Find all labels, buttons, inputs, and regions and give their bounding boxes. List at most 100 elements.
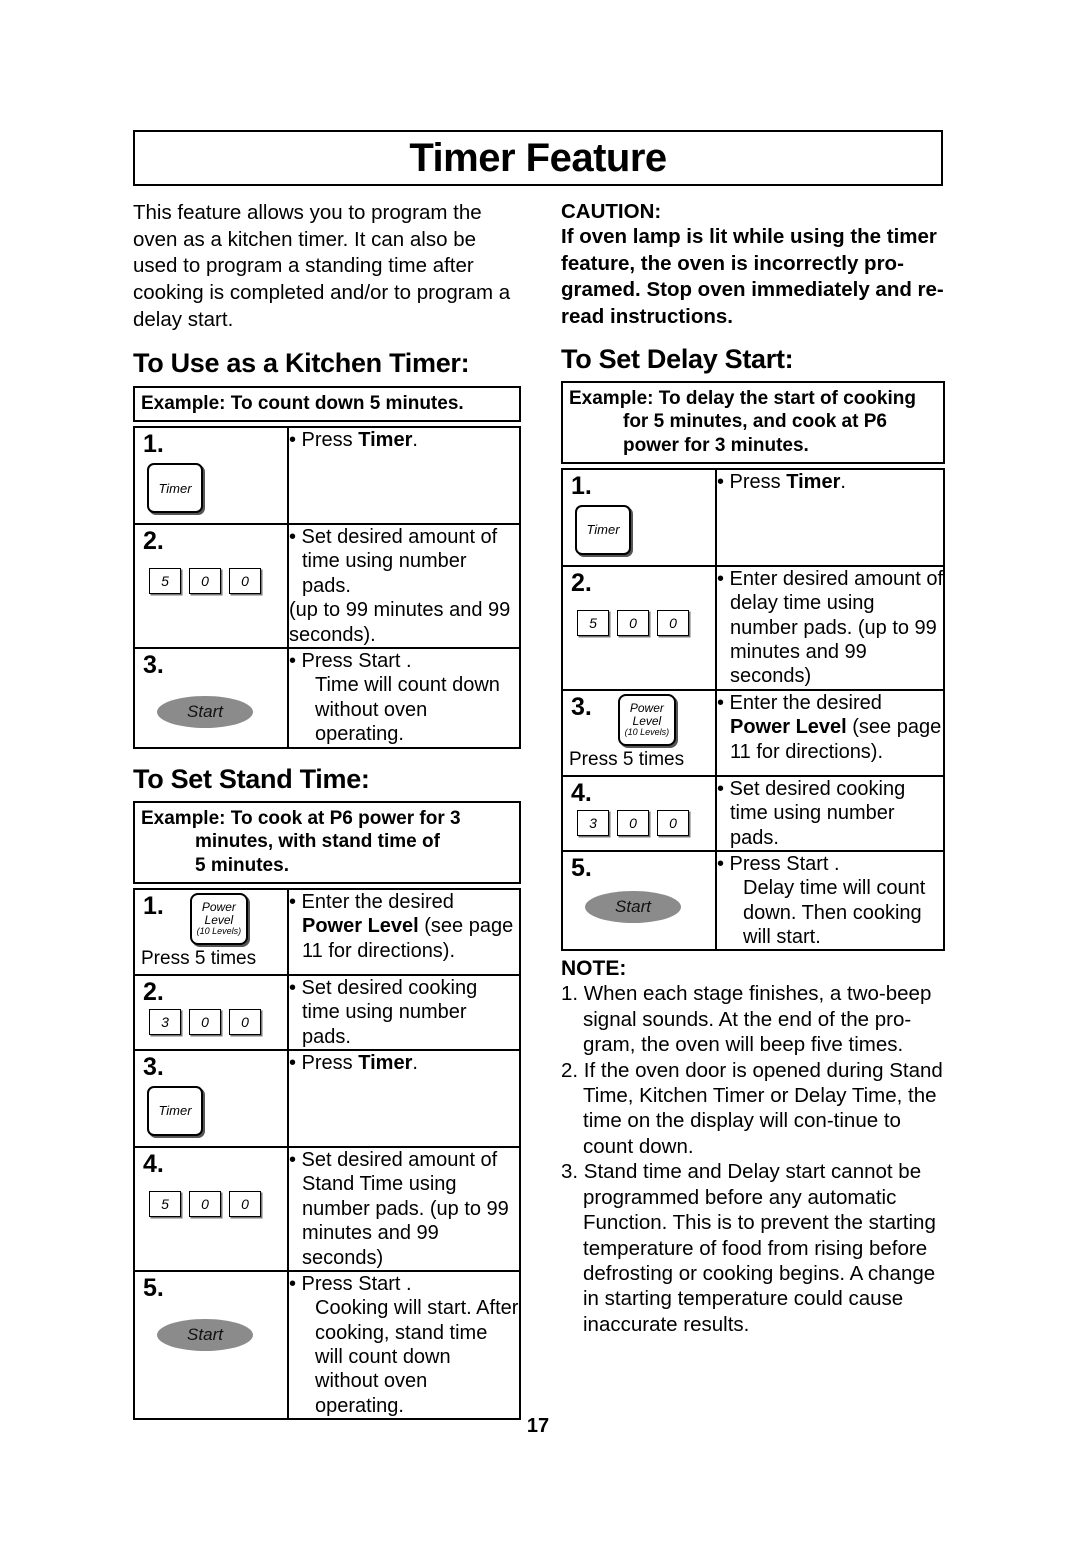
- caution-heading: CAUTION:: [561, 200, 662, 223]
- step-number-row: 3. Power Level (10 Levels): [563, 691, 715, 746]
- step-instruction: • Press Timer.: [717, 470, 846, 493]
- table-row: 3. Start • Press Start . Time will count…: [133, 647, 521, 749]
- table-row: 5. Start • Press Start . Delay time will…: [561, 849, 945, 952]
- step-instruction-sub: Time will count down without oven operat…: [315, 674, 500, 746]
- step-number: 3.: [571, 692, 592, 721]
- step-control-cell: 2. 5 0 0: [133, 523, 289, 650]
- number-pad-key[interactable]: 0: [229, 568, 261, 595]
- number-pad-key[interactable]: 5: [149, 1190, 181, 1217]
- left-column: This feature allows you to program the o…: [133, 200, 521, 1421]
- power-label-line2: Level: [632, 714, 662, 728]
- section-heading-delay-start: To Set Delay Start:: [561, 343, 794, 374]
- number-pad-key[interactable]: 0: [229, 1190, 261, 1217]
- manual-page: Timer Feature This feature allows you to…: [133, 0, 945, 1565]
- table-row: 1. Timer • Press Timer.: [133, 426, 521, 526]
- step-text-cell: • Press Start . Time will count down wit…: [287, 647, 521, 749]
- step-instruction: • Set desired cooking time using number …: [289, 976, 478, 1048]
- timer-button-wrap: Timer: [135, 1080, 287, 1146]
- step-control-cell: 5. Start: [561, 849, 717, 952]
- step-text-cell: • Enter the desired Power Level (see pag…: [287, 887, 521, 976]
- number-pad-key[interactable]: 3: [577, 809, 609, 836]
- step-text-cell: • Press Start . Delay time will count do…: [715, 849, 945, 952]
- power-level-button-icon[interactable]: Power Level (10 Levels): [189, 892, 248, 945]
- number-pad-key[interactable]: 0: [617, 809, 649, 836]
- step-text-cell: • Press Start . Cooking will start. Afte…: [287, 1269, 521, 1421]
- start-button-icon[interactable]: Start: [585, 890, 681, 923]
- number-pad-key[interactable]: 0: [189, 1190, 221, 1217]
- example-box-stand-time: Example: To cook at P6 power for 3 minut…: [133, 801, 521, 884]
- table-row: 3. Power Level (10 Levels) Press 5 times: [561, 688, 945, 777]
- example-box-delay-start: Example: To delay the start of cooking f…: [561, 381, 945, 464]
- number-pad-key[interactable]: 0: [229, 1008, 261, 1035]
- step-control-cell: 2. 3 0 0: [133, 973, 289, 1051]
- table-row: 1. Power Level (10 Levels) Press 5 times: [133, 887, 521, 976]
- step-number: 4.: [143, 1149, 164, 1178]
- power-button-wrap: Power Level (10 Levels): [596, 691, 676, 746]
- number-pad-key[interactable]: 0: [617, 609, 649, 636]
- number-pad-key[interactable]: 5: [149, 568, 181, 595]
- page-title-banner: Timer Feature: [133, 130, 943, 186]
- keyword-power-level: Power Level: [730, 716, 847, 739]
- number-pad-key[interactable]: 5: [577, 609, 609, 636]
- table-row: 4. 3 0 0 • Set desired cooking time usin…: [561, 774, 945, 852]
- page-title: Timer Feature: [409, 136, 667, 180]
- example-box-kitchen-timer: Example: To count down 5 minutes.: [133, 385, 521, 423]
- step-instruction-sub: Delay time will count down. Then cooking…: [743, 877, 926, 949]
- step-control-cell: 4. 3 0 0: [561, 774, 717, 852]
- step-number: 1.: [143, 891, 164, 920]
- note-list: 1. When each stage finishes, a two-beep …: [561, 981, 945, 1337]
- number-pad-key[interactable]: 0: [189, 568, 221, 595]
- steps-table-delay-start: 1. Timer • Press Timer. 2. 5 0 0 • Enter…: [561, 467, 945, 952]
- step-number: 1.: [143, 430, 164, 459]
- number-pads: 3 0 0: [135, 1005, 287, 1043]
- step-number: 3.: [143, 1052, 164, 1081]
- keyword-power-level: Power Level: [302, 915, 419, 938]
- step-control-cell: 3. Start: [133, 647, 289, 749]
- list-item: 3. Stand time and Delay start cannot be …: [561, 1160, 936, 1336]
- number-pads: 3 0 0: [563, 806, 715, 844]
- intro-paragraph: This feature allows you to program the o…: [133, 201, 511, 331]
- example-line: power for 3 minutes.: [623, 434, 809, 456]
- step-text-cell: • Press Timer.: [715, 467, 945, 567]
- power-button-wrap: Power Level (10 Levels): [168, 890, 248, 945]
- step-control-cell: 1. Timer: [561, 467, 717, 567]
- number-pad-key[interactable]: 0: [189, 1008, 221, 1035]
- power-level-button-icon[interactable]: Power Level (10 Levels): [617, 693, 676, 746]
- number-pad-key[interactable]: 3: [149, 1008, 181, 1035]
- step-control-cell: 4. 5 0 0: [133, 1145, 289, 1272]
- start-button-icon[interactable]: Start: [157, 696, 253, 729]
- step-number: 4.: [571, 778, 592, 807]
- timer-button-icon[interactable]: Timer: [147, 463, 203, 514]
- step-number: 2.: [143, 527, 164, 556]
- step-text-cell: • Set desired cooking time using number …: [287, 973, 521, 1051]
- step-number: 3.: [143, 651, 164, 680]
- timer-button-icon[interactable]: Timer: [575, 504, 631, 555]
- step-control-cell: 5. Start: [133, 1269, 289, 1421]
- step-instruction: • Press Timer.: [289, 429, 418, 452]
- page-number: 17: [526, 1415, 550, 1437]
- number-pad-key[interactable]: 0: [657, 809, 689, 836]
- start-button-icon[interactable]: Start: [157, 1318, 253, 1351]
- table-row: 2. 5 0 0 • Set desired amount of time us…: [133, 523, 521, 650]
- power-label-line3: (10 Levels): [624, 726, 670, 737]
- step-text-cell: • Enter the desired Power Level (see pag…: [715, 688, 945, 777]
- step-text-cell: • Set desired amount of Stand Time using…: [287, 1145, 521, 1272]
- keyword-timer: Timer: [786, 470, 841, 493]
- keyword-timer: Timer: [358, 429, 413, 452]
- example-line: minutes, with stand time of: [195, 831, 440, 853]
- step-instruction: • Press Start .: [717, 852, 840, 875]
- table-row: 4. 5 0 0 • Set desired amount of Stand T…: [133, 1145, 521, 1272]
- step-instruction: • Press Start .: [289, 650, 412, 673]
- number-pad-key[interactable]: 0: [657, 609, 689, 636]
- step-text-cell: • Set desired amount of time using numbe…: [287, 523, 521, 650]
- step-control-cell: 3. Power Level (10 Levels) Press 5 times: [561, 688, 717, 777]
- step-control-cell: 3. Timer: [133, 1048, 289, 1148]
- section-heading-stand-time: To Set Stand Time:: [133, 763, 370, 794]
- step-number: 2.: [571, 568, 592, 597]
- step-instruction-sub: Cooking will start. After cooking, stand…: [315, 1297, 519, 1417]
- number-pads: 5 0 0: [135, 554, 287, 606]
- caution-body: If oven lamp is lit while using the time…: [561, 225, 944, 328]
- timer-button-icon[interactable]: Timer: [147, 1085, 203, 1136]
- table-row: 1. Timer • Press Timer.: [561, 467, 945, 567]
- step-text-cell: • Press Timer.: [287, 1048, 521, 1148]
